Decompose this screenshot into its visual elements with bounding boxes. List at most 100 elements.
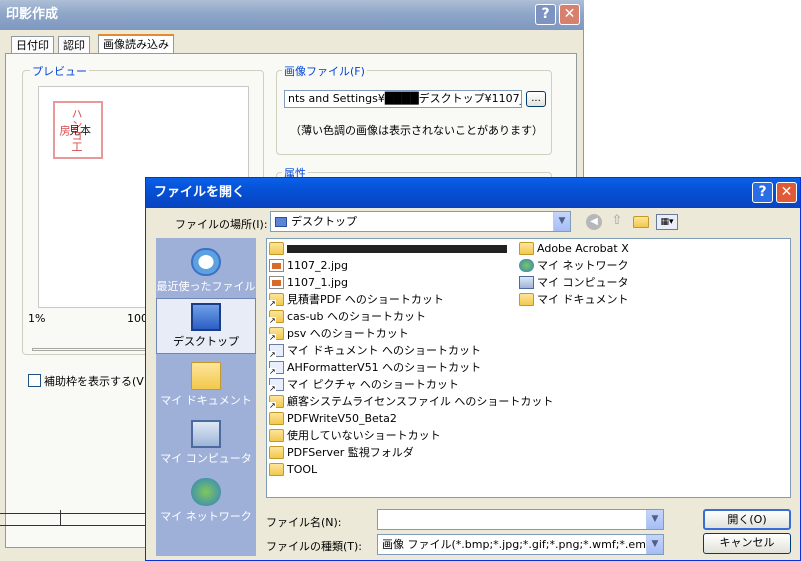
file-name: 使用していないショートカット bbox=[287, 429, 441, 442]
dialog-title: ファイルを開く bbox=[154, 185, 246, 200]
divider bbox=[0, 525, 145, 526]
filetype-value: 画像 ファイル(*.bmp;*.jpg;*.gif;*.png;*.wmf;*.… bbox=[382, 538, 655, 551]
close-button[interactable]: ✕ bbox=[776, 182, 797, 203]
look-in-value: デスクトップ bbox=[291, 215, 357, 228]
browse-button[interactable]: ... bbox=[526, 91, 546, 107]
file-name: AHFormatterV51 へのショートカット bbox=[287, 361, 482, 374]
file-name: PDFWriteV50_Beta2 bbox=[287, 412, 397, 425]
look-in-label: ファイルの場所(I): bbox=[175, 218, 268, 231]
image-file-label: 画像ファイル(F) bbox=[282, 63, 367, 79]
up-folder-icon[interactable]: ⇧ bbox=[609, 213, 625, 229]
chevron-down-icon[interactable]: ▼ bbox=[553, 212, 570, 231]
preview-label: プレビュー bbox=[30, 63, 89, 79]
aux-frame-label: 補助枠を表示する(V) bbox=[44, 375, 149, 388]
list-item[interactable]: 見積書PDF へのショートカット bbox=[269, 291, 444, 308]
file-name: psv へのショートカット bbox=[287, 327, 409, 340]
list-item[interactable]: マイ コンピュータ bbox=[519, 274, 629, 291]
file-name: Adobe Acrobat X bbox=[537, 242, 629, 255]
back-icon[interactable]: ◀ bbox=[586, 214, 602, 230]
file-name: マイ ネットワーク bbox=[537, 259, 629, 272]
list-item[interactable]: マイ ピクチャ へのショートカット bbox=[269, 376, 459, 393]
window-title: 印影作成 bbox=[6, 7, 59, 22]
folder-icon bbox=[269, 412, 284, 425]
folder-icon bbox=[269, 242, 284, 255]
tab-image-import[interactable]: 画像読み込み bbox=[98, 34, 174, 55]
file-name: cas-ub へのショートカット bbox=[287, 310, 426, 323]
file-list[interactable]: 1107_2.jpg 1107_1.jpg 見積書PDF へのショートカット c… bbox=[266, 238, 791, 498]
close-button[interactable]: ✕ bbox=[559, 4, 580, 25]
place-desktop[interactable]: デスクトップ bbox=[156, 298, 256, 354]
list-item[interactable]: 使用していないショートカット bbox=[269, 427, 441, 444]
folder-icon bbox=[269, 463, 284, 476]
place-my-computer[interactable]: マイ コンピュータ bbox=[156, 416, 256, 472]
shortcut-folder-icon bbox=[269, 395, 284, 410]
aux-frame-checkbox[interactable] bbox=[28, 374, 41, 387]
shortcut-folder-icon bbox=[269, 293, 284, 308]
divider bbox=[60, 510, 61, 526]
shortcut-file-icon bbox=[269, 378, 284, 393]
list-item[interactable] bbox=[269, 240, 507, 257]
place-label: マイ ネットワーク bbox=[160, 510, 252, 523]
chevron-down-icon[interactable]: ▼ bbox=[646, 535, 663, 554]
file-name: マイ コンピュータ bbox=[537, 276, 629, 289]
list-item[interactable]: PDFServer 監視フォルダ bbox=[269, 444, 414, 461]
list-item[interactable]: TOOL bbox=[269, 461, 317, 478]
shortcut-file-icon bbox=[269, 361, 284, 376]
my-computer-icon bbox=[519, 276, 534, 289]
list-item[interactable]: マイ ドキュメント bbox=[519, 291, 629, 308]
folder-icon bbox=[269, 429, 284, 442]
list-item[interactable]: AHFormatterV51 へのショートカット bbox=[269, 359, 481, 376]
divider bbox=[0, 513, 145, 514]
shortcut-folder-icon bbox=[269, 327, 284, 342]
list-item[interactable]: 1107_1.jpg bbox=[269, 274, 348, 291]
place-label: 最近使ったファイル bbox=[156, 280, 256, 293]
place-my-documents[interactable]: マイ ドキュメント bbox=[156, 358, 256, 414]
file-name: TOOL bbox=[287, 463, 318, 476]
my-network-icon bbox=[191, 478, 221, 506]
place-recent[interactable]: 最近使ったファイル bbox=[156, 244, 256, 300]
list-item[interactable]: cas-ub へのショートカット bbox=[269, 308, 426, 325]
places-bar: 最近使ったファイル デスクトップ マイ ドキュメント マイ コンピュータ マイ … bbox=[156, 238, 256, 556]
file-name: 顧客システムライセンスファイル へのショートカット bbox=[287, 395, 554, 408]
list-item[interactable]: 1107_2.jpg bbox=[269, 257, 348, 274]
help-button[interactable]: ? bbox=[752, 182, 773, 203]
my-documents-icon bbox=[519, 293, 534, 306]
chevron-down-icon[interactable]: ▼ bbox=[646, 510, 663, 529]
redacted-filename bbox=[287, 244, 507, 253]
file-name: マイ ドキュメント bbox=[537, 293, 629, 306]
look-in-combo[interactable]: デスクトップ ▼ bbox=[270, 211, 571, 232]
place-my-network[interactable]: マイ ネットワーク bbox=[156, 474, 256, 530]
filename-label: ファイル名(N): bbox=[266, 516, 342, 529]
file-name: マイ ドキュメント へのショートカット bbox=[287, 344, 481, 357]
place-label: マイ ドキュメント bbox=[160, 394, 252, 407]
image-file-path-input[interactable]: nts and Settings¥████デスクトップ¥1107_1.jpg bbox=[284, 90, 522, 108]
zoom-slider[interactable] bbox=[32, 348, 150, 351]
list-item[interactable]: 顧客システムライセンスファイル へのショートカット bbox=[269, 393, 553, 410]
file-name: PDFServer 監視フォルダ bbox=[287, 446, 414, 459]
desktop-icon bbox=[191, 303, 221, 331]
list-item[interactable]: psv へのショートカット bbox=[269, 325, 409, 342]
shortcut-folder-icon bbox=[269, 310, 284, 325]
desktop-icon bbox=[275, 217, 287, 227]
file-name: 1107_1.jpg bbox=[287, 276, 349, 289]
file-name: 1107_2.jpg bbox=[287, 259, 349, 272]
shortcut-file-icon bbox=[269, 344, 284, 359]
new-folder-icon[interactable] bbox=[633, 216, 649, 228]
recent-clock-icon bbox=[191, 248, 221, 276]
filename-input[interactable]: ▼ bbox=[377, 509, 664, 530]
open-button[interactable]: 開く(O) bbox=[703, 509, 791, 530]
list-item[interactable]: マイ ドキュメント へのショートカット bbox=[269, 342, 481, 359]
cancel-button[interactable]: キャンセル bbox=[703, 533, 791, 554]
view-menu-icon[interactable]: ▦▾ bbox=[656, 214, 678, 230]
stamp-name: 見本 bbox=[69, 124, 91, 137]
list-item[interactable]: マイ ネットワーク bbox=[519, 257, 629, 274]
list-item[interactable]: PDFWriteV50_Beta2 bbox=[269, 410, 397, 427]
my-documents-icon bbox=[191, 362, 221, 390]
scale-min-label: 1% bbox=[28, 312, 46, 325]
file-name: マイ ピクチャ へのショートカット bbox=[287, 378, 459, 391]
list-item[interactable]: Adobe Acrobat X bbox=[519, 240, 629, 257]
jpg-file-icon bbox=[269, 276, 284, 289]
file-name: 見積書PDF へのショートカット bbox=[287, 293, 444, 306]
help-button[interactable]: ? bbox=[535, 4, 556, 25]
filetype-select[interactable]: 画像 ファイル(*.bmp;*.jpg;*.gif;*.png;*.wmf;*.… bbox=[377, 534, 664, 555]
